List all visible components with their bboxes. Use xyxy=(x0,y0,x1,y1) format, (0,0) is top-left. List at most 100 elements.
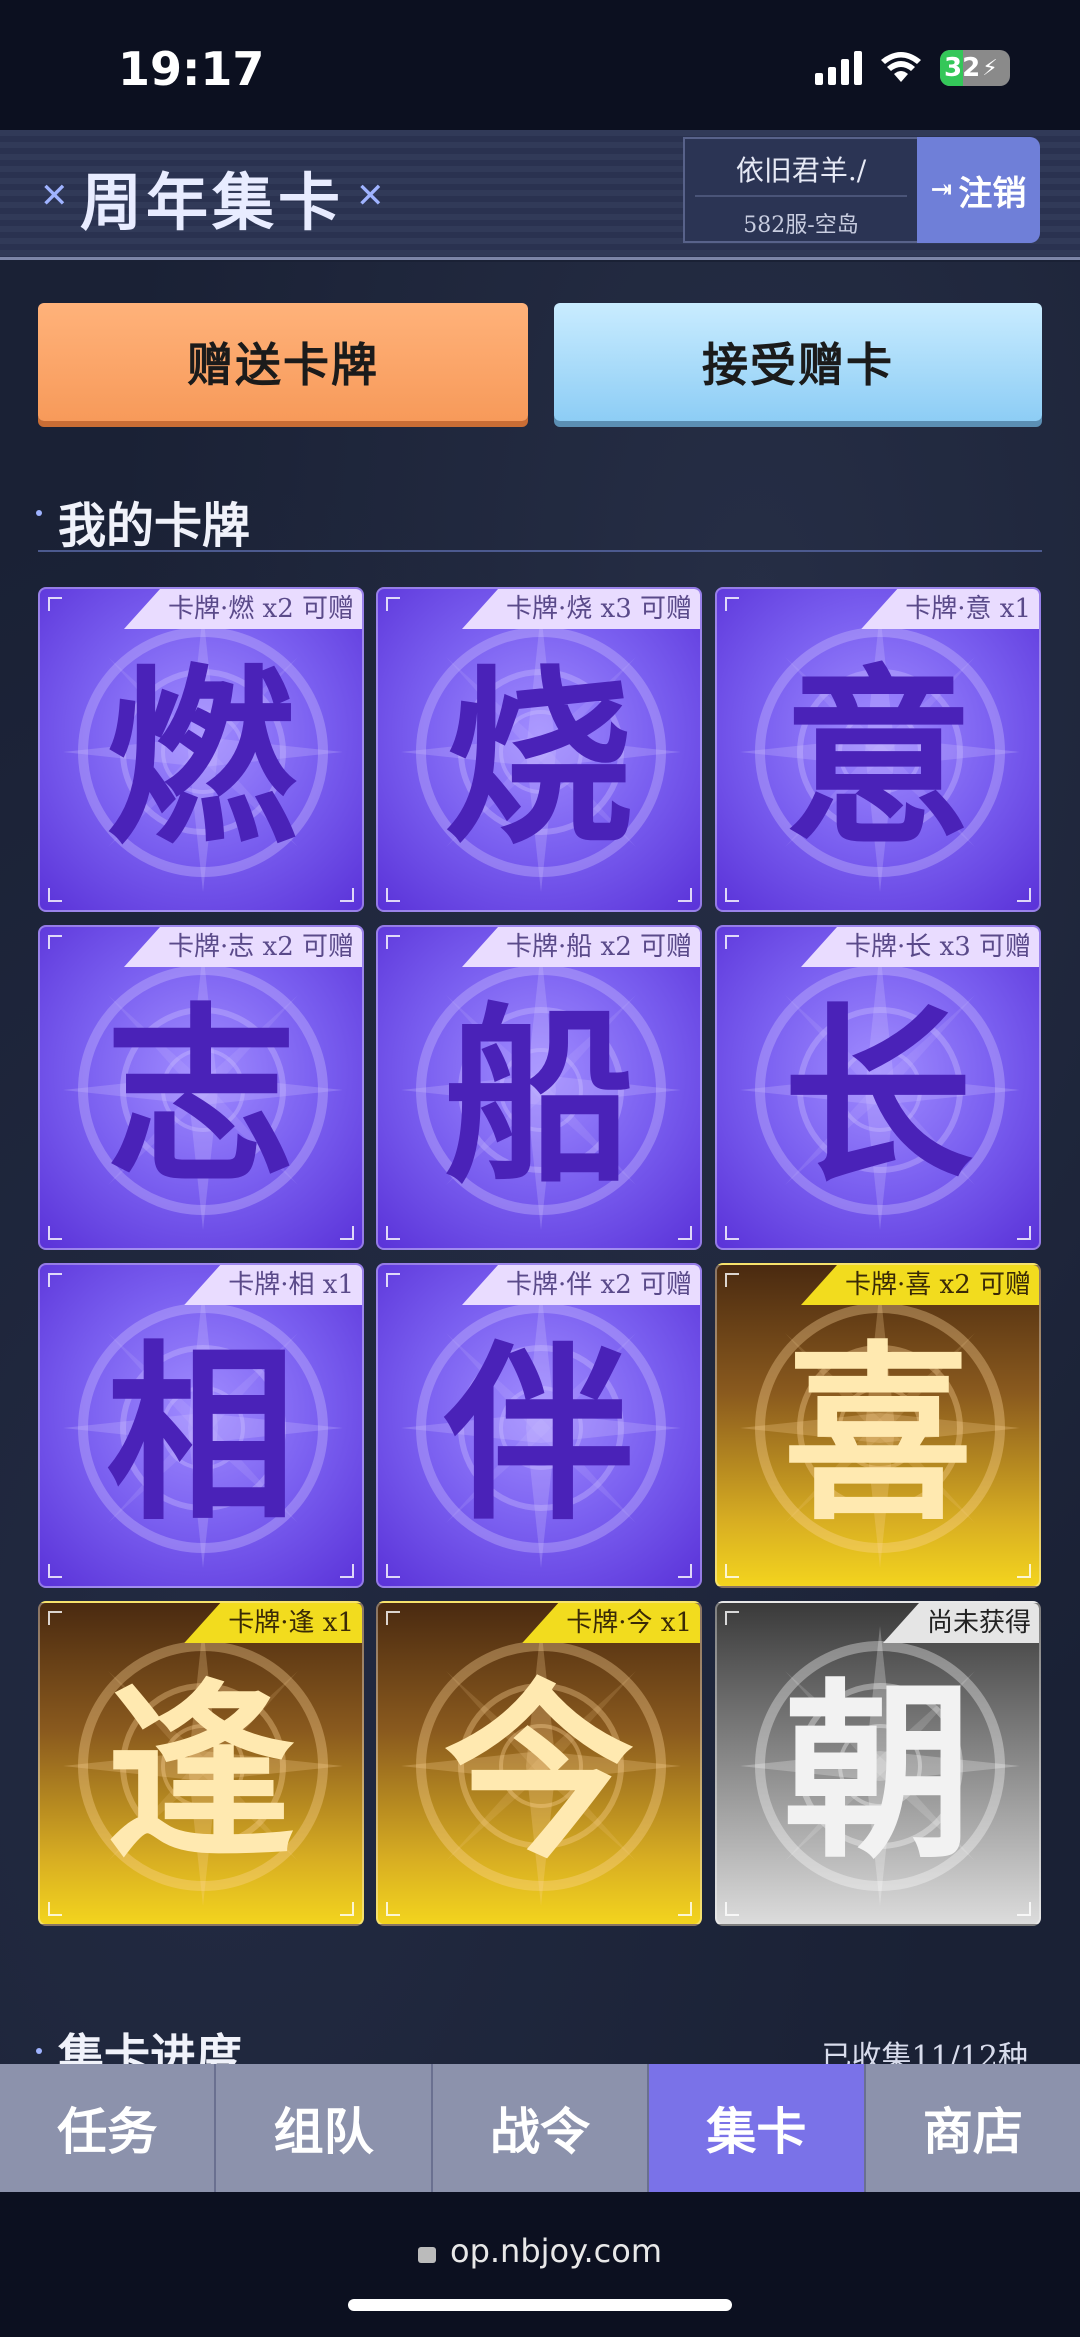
nav-tab-battle-pass[interactable]: 战令 xyxy=(433,2064,650,2192)
card-tag: 尚未获得 xyxy=(882,1603,1039,1643)
card-长[interactable]: 长 卡牌·长 x3 可赠 xyxy=(715,925,1041,1250)
card-corner xyxy=(386,597,400,611)
card-corner xyxy=(725,1273,739,1287)
lock-icon xyxy=(417,2247,436,2263)
decor-x-icon: ✕ xyxy=(356,176,385,216)
card-corner xyxy=(48,1902,62,1916)
card-character: 长 xyxy=(782,985,973,1208)
card-character: 意 xyxy=(782,647,973,870)
accept-card-button[interactable]: 接受赠卡 xyxy=(554,303,1042,421)
user-server: 582服-空岛 xyxy=(743,213,859,238)
page-title: 周年集卡 xyxy=(80,166,345,239)
card-tag: 卡牌·长 x3 可赠 xyxy=(801,927,1039,967)
section-divider xyxy=(38,550,1042,552)
card-corner xyxy=(48,1273,62,1287)
logout-icon: ⇥ xyxy=(930,175,953,205)
card-corner xyxy=(1017,1902,1031,1916)
card-燃[interactable]: 燃 卡牌·燃 x2 可赠 xyxy=(38,587,364,912)
card-志[interactable]: 志 卡牌·志 x2 可赠 xyxy=(38,925,364,1250)
card-character: 燃 xyxy=(105,647,296,870)
card-corner xyxy=(386,1273,400,1287)
card-character: 伴 xyxy=(443,1323,634,1546)
card-corner xyxy=(340,888,354,902)
gift-card-button[interactable]: 赠送卡牌 xyxy=(38,303,528,421)
section-title: 我的卡牌 xyxy=(58,498,251,554)
card-corner xyxy=(725,597,739,611)
wifi-icon xyxy=(881,52,921,82)
card-corner xyxy=(48,935,62,949)
progress-title: 集卡进度 xyxy=(58,2029,242,2068)
nav-tab-tasks[interactable]: 任务 xyxy=(0,2064,217,2192)
card-今[interactable]: 今 卡牌·今 x1 xyxy=(376,1601,702,1926)
user-info: 依旧君羊./ 582服-空岛 xyxy=(683,137,919,243)
logout-label: 注销 xyxy=(958,173,1027,214)
status-bar: 19:17 32 ⚡ xyxy=(0,0,1080,130)
decor-x-icon: ✕ xyxy=(40,176,69,216)
card-character: 逢 xyxy=(105,1661,296,1884)
card-corner xyxy=(725,1564,739,1578)
nav-tab-shop[interactable]: 商店 xyxy=(866,2064,1080,2192)
nav-tab-team[interactable]: 组队 xyxy=(216,2064,433,2192)
card-corner xyxy=(386,888,400,902)
card-corner xyxy=(1017,888,1031,902)
section-dot xyxy=(36,2048,42,2054)
card-corner xyxy=(48,597,62,611)
card-tag: 卡牌·喜 x2 可赠 xyxy=(801,1265,1039,1305)
card-伴[interactable]: 伴 卡牌·伴 x2 可赠 xyxy=(376,1263,702,1588)
url-text: op.nbjoy.com xyxy=(449,2232,662,2270)
battery-icon: 32 ⚡ xyxy=(940,50,1010,86)
card-corner xyxy=(725,1226,739,1240)
card-朝[interactable]: 朝 尚未获得 xyxy=(715,1601,1041,1926)
card-corner xyxy=(678,888,692,902)
card-意[interactable]: 意 卡牌·意 x1 xyxy=(715,587,1041,912)
progress-count: 已收集11/12种 xyxy=(821,2040,1028,2066)
card-逢[interactable]: 逢 卡牌·逢 x1 xyxy=(38,1601,364,1926)
card-character: 今 xyxy=(443,1661,634,1884)
card-character: 喜 xyxy=(782,1323,973,1546)
card-character: 相 xyxy=(105,1323,296,1546)
card-corner xyxy=(48,1611,62,1625)
card-tag: 卡牌·烧 x3 可赠 xyxy=(462,589,700,629)
card-喜[interactable]: 喜 卡牌·喜 x2 可赠 xyxy=(715,1263,1041,1588)
logout-button[interactable]: ⇥ 注销 xyxy=(917,137,1040,243)
card-tag: 卡牌·逢 x1 xyxy=(184,1603,362,1643)
card-corner xyxy=(48,1564,62,1578)
card-corner xyxy=(678,1226,692,1240)
card-相[interactable]: 相 卡牌·相 x1 xyxy=(38,1263,364,1588)
app-header: ✕ 周年集卡 ✕ 依旧君羊./ 582服-空岛 ⇥ 注销 xyxy=(0,130,1080,260)
battery-level: 32 xyxy=(944,53,981,83)
card-corner xyxy=(48,888,62,902)
status-time: 19:17 xyxy=(118,42,265,96)
card-character: 烧 xyxy=(443,647,634,870)
card-烧[interactable]: 烧 卡牌·烧 x3 可赠 xyxy=(376,587,702,912)
browser-url-bar[interactable]: op.nbjoy.com xyxy=(0,2192,1080,2337)
card-corner xyxy=(386,1611,400,1625)
user-name: 依旧君羊./ xyxy=(735,154,867,187)
nav-tab-collect-cards[interactable]: 集卡 xyxy=(649,2064,866,2192)
card-船[interactable]: 船 卡牌·船 x2 可赠 xyxy=(376,925,702,1250)
section-dot xyxy=(36,510,42,516)
card-corner xyxy=(340,1564,354,1578)
card-corner xyxy=(386,935,400,949)
status-icons: 32 ⚡ xyxy=(815,50,1010,86)
card-corner xyxy=(340,1902,354,1916)
home-indicator[interactable] xyxy=(348,2299,732,2311)
card-tag: 卡牌·志 x2 可赠 xyxy=(124,927,362,967)
bottom-nav: 任务 组队 战令 集卡 商店 xyxy=(0,2064,1080,2192)
card-corner xyxy=(1017,1226,1031,1240)
card-tag: 卡牌·相 x1 xyxy=(184,1265,362,1305)
card-character: 船 xyxy=(443,985,634,1208)
card-corner xyxy=(678,1902,692,1916)
card-corner xyxy=(1017,1564,1031,1578)
card-corner xyxy=(386,1902,400,1916)
card-character: 志 xyxy=(105,985,296,1208)
card-corner xyxy=(725,1611,739,1625)
card-character: 朝 xyxy=(782,1661,973,1884)
card-corner xyxy=(678,1564,692,1578)
signal-icon xyxy=(815,51,862,85)
url-display[interactable]: op.nbjoy.com xyxy=(0,2232,1080,2270)
card-tag: 卡牌·今 x1 xyxy=(522,1603,700,1643)
card-corner xyxy=(340,1226,354,1240)
card-tag: 卡牌·燃 x2 可赠 xyxy=(124,589,362,629)
card-corner xyxy=(386,1226,400,1240)
